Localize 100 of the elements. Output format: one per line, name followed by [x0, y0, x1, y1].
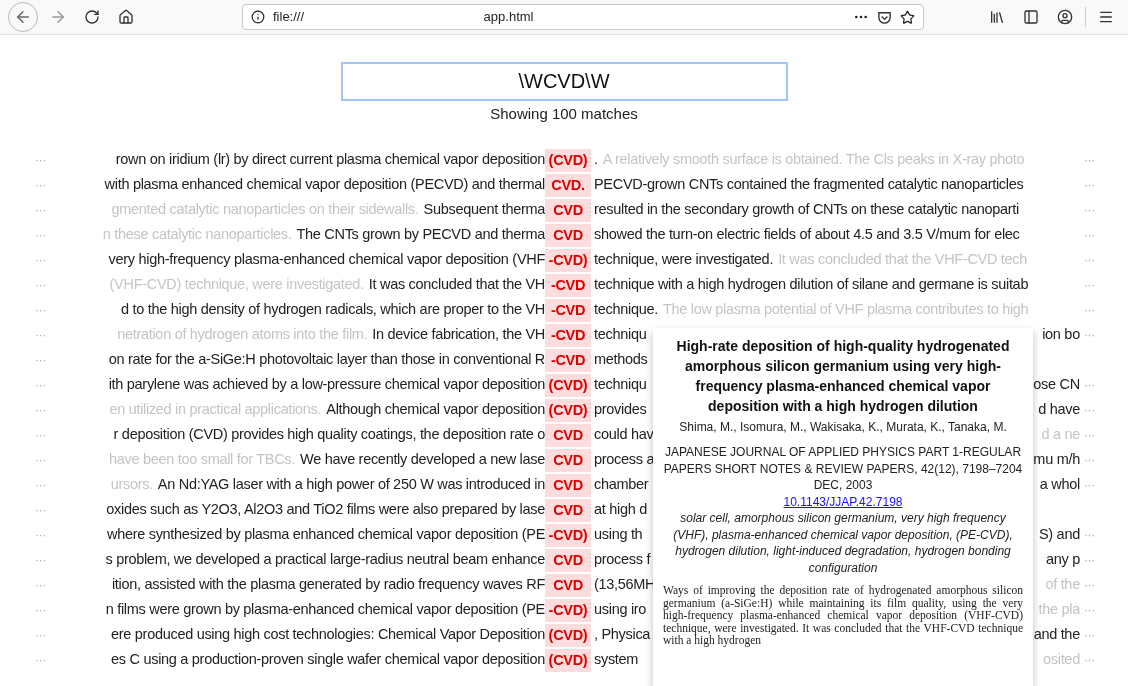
match-highlight: -CVD): [545, 248, 591, 272]
ellipsis: ···: [1083, 227, 1095, 244]
match-highlight: -CVD: [545, 298, 591, 322]
library-icon: [989, 9, 1005, 25]
context-text: The low plasma potential of VHF plasma contributes to high: [662, 300, 1029, 320]
context-text: oxides such as Y2O3, Al2O3 and TiO2 films were also prepared by lase: [106, 500, 545, 520]
context-text: A relatively smooth surface is obtained. The Cls peaks in X-ray photo: [602, 150, 1025, 170]
match-highlight: -CVD: [545, 323, 591, 347]
menu-icon: [1098, 9, 1114, 25]
context-text: methods: [594, 350, 648, 370]
context-text: (13,56MH: [594, 575, 656, 595]
match-highlight: -CVD): [545, 598, 591, 622]
context-text: any p: [1045, 550, 1080, 570]
context-text: It was concluded that the VH: [368, 275, 545, 295]
context-text: using iro: [594, 600, 647, 620]
match-highlight: CVD: [545, 198, 591, 222]
ellipsis: ···: [1083, 552, 1095, 569]
ellipsis: ···: [1083, 427, 1095, 444]
ellipsis: ···: [1083, 602, 1095, 619]
context-text: ose CN: [1033, 375, 1080, 395]
match-highlight: CVD: [545, 223, 591, 247]
ellipsis: ···: [35, 377, 47, 394]
context-text: process f: [594, 550, 651, 570]
ellipsis: ···: [35, 627, 47, 644]
ellipsis: ···: [35, 477, 47, 494]
context-text: d to the high density of hydrogen radicals, which are proper to the VH: [121, 300, 545, 320]
context-text: (VHF-CVD) technique, were investigated.: [109, 275, 364, 295]
ellipsis: ···: [1083, 302, 1095, 319]
context-text: system: [594, 650, 639, 670]
context-text: a whol: [1039, 475, 1080, 495]
ellipsis: ···: [1083, 377, 1095, 394]
context-text: .: [594, 150, 598, 170]
context-text: at high d: [594, 500, 647, 520]
context-text: d have: [1038, 400, 1080, 420]
pocket-icon[interactable]: [877, 9, 892, 25]
context-text: ion bo: [1042, 325, 1080, 345]
ellipsis: ···: [35, 452, 47, 469]
ellipsis: ···: [35, 552, 47, 569]
context-text: ition, assisted with the plasma generated by radio frequency waves RF: [111, 575, 545, 595]
search-field[interactable]: \WCVD\W: [340, 62, 788, 101]
context-text: PECVD-grown CNTs contained the fragmented catalytic nanoparticles: [594, 175, 1024, 195]
context-text: mu m/h: [1033, 450, 1080, 470]
context-text: Subsequent therma: [423, 200, 545, 220]
ellipsis: ···: [35, 227, 47, 244]
context-text: netration of hydrogen atoms into the film.: [117, 325, 368, 345]
ellipsis: ···: [35, 427, 47, 444]
context-text: d a ne: [1041, 425, 1080, 445]
ellipsis: ···: [35, 302, 47, 319]
paper-title: High-rate deposition of high-quality hydrogenated amorphous silicon germanium using very high-frequency plasma-enhanced chemical vapor deposition with a high hydrogen dilution: [675, 337, 1011, 416]
account-icon: [1057, 9, 1073, 25]
ellipsis: ···: [35, 502, 47, 519]
context-text: using th: [594, 525, 643, 545]
context-text: ith parylene was achieved by a low-pressure chemical vapor deposition: [108, 375, 545, 395]
context-text: technique.: [594, 300, 658, 320]
context-text: , Physica: [594, 625, 651, 645]
ellipsis: ···: [35, 277, 47, 294]
context-text: and the: [1033, 625, 1080, 645]
match-count: Showing 100 matches: [490, 104, 638, 124]
context-text: provides: [594, 400, 647, 420]
match-highlight: CVD: [545, 548, 591, 572]
doi-link[interactable]: 10.1143/JJAP.42.7198: [783, 493, 903, 510]
ellipsis: ···: [35, 327, 47, 344]
ellipsis: ···: [1083, 402, 1095, 419]
context-text: where synthesized by plasma enhanced chemical vapor deposition (PE: [107, 525, 545, 545]
context-text: rown on iridium (lr) by direct current plasma chemical vapor deposition: [115, 150, 545, 170]
home-icon: [118, 9, 134, 25]
star-icon[interactable]: [900, 9, 915, 25]
ellipsis: ···: [35, 527, 47, 544]
context-text: could hav: [594, 425, 654, 445]
match-highlight: CVD: [545, 573, 591, 597]
forward-arrow-icon: [49, 8, 67, 26]
ellipsis: ···: [35, 352, 47, 369]
ellipsis: ···: [1083, 177, 1095, 194]
context-text: with plasma enhanced chemical vapor deposition (PECVD) and thermal: [104, 175, 545, 195]
ellipsis: ···: [1083, 527, 1095, 544]
context-text: n these catalytic nanoparticles.: [102, 225, 292, 245]
context-text: en utilized in practical applications.: [109, 400, 322, 420]
ellipsis: ···: [35, 402, 47, 419]
context-text: technique with a high hydrogen dilution of silane and germane is suitab: [594, 275, 1029, 295]
ellipsis: ···: [35, 652, 47, 669]
context-text: technique, were investigated.: [594, 250, 774, 270]
context-text: It was concluded that the VHF-CVD tech: [778, 250, 1028, 270]
context-text: have been too small for TBCs.: [108, 450, 296, 470]
context-text: on rate for the a-SiGe:H photovoltaic layer than those in conventional R: [108, 350, 545, 370]
address-bar[interactable]: file:/// app.html: [242, 4, 924, 30]
context-text: An Nd:YAG laser with a high power of 250 W was introduced in: [157, 475, 545, 495]
context-text: Although chemical vapor deposition: [326, 400, 545, 420]
ellipsis: ···: [1083, 277, 1095, 294]
match-highlight: CVD.: [545, 173, 591, 197]
context-text: techniqu: [594, 375, 647, 395]
ellipsis: ···: [1083, 627, 1095, 644]
context-text: We have recently developed a new lase: [300, 450, 545, 470]
match-highlight: CVD: [545, 498, 591, 522]
ellipsis: ···: [1083, 252, 1095, 269]
context-text: s problem, we developed a practical large-radius neutral beam enhance: [105, 550, 545, 570]
match-highlight: CVD: [545, 448, 591, 472]
context-text: very high-frequency plasma-enhanced chemical vapor deposition (VHF: [108, 250, 545, 270]
url-text: file:///: [273, 8, 305, 27]
abstract-text: Ways of improving the deposition rate of hydrogenated amorphous silicon germanium (a-SiGe:H) while maintaining its film quality, using the very high-frequency plasma-enhanced chemical vapor deposition (VHF-CVD) technique, were investigated. It was concluded that the VHF-CVD technique with a high hydrogen: [663, 584, 1023, 647]
ellipsis: ···: [35, 152, 47, 169]
